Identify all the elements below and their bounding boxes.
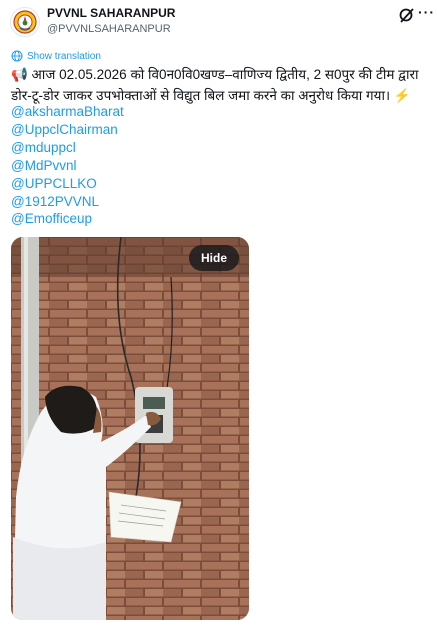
photo-meter-reading: [11, 237, 249, 620]
globe-icon: [11, 50, 23, 62]
tweet-text-line-1: 📢 आज 02.05.2026 को वि0न0वि0खण्ड–वाणिज्य …: [11, 67, 419, 82]
tweet-text-line-2: डोर-टू-डोर जाकर उपभोक्ताओं से विद्युत बि…: [11, 88, 411, 103]
emblem-avatar-icon: [13, 10, 37, 34]
mention-link[interactable]: @MdPvvnl: [11, 158, 76, 173]
show-translation-label: Show translation: [27, 50, 101, 62]
mention-link[interactable]: @UppclChairman: [11, 122, 118, 137]
tweet-text: 📢 आज 02.05.2026 को वि0न0वि0खण्ड–वाणिज्य …: [11, 64, 429, 106]
show-translation-link[interactable]: Show translation: [11, 50, 101, 62]
author-display-name[interactable]: PVVNL SAHARANPUR: [47, 6, 175, 20]
grok-icon[interactable]: [398, 6, 416, 24]
mention-link[interactable]: @Emofficeup: [11, 211, 92, 226]
more-options-button[interactable]: ···: [418, 4, 435, 20]
hide-media-button[interactable]: Hide: [188, 245, 239, 271]
author-handle[interactable]: @PVVNLSAHARANPUR: [47, 23, 171, 35]
mention-link[interactable]: @1912PVVNL: [11, 194, 99, 209]
mention-link[interactable]: @UPPCLLKO: [11, 176, 97, 191]
avatar[interactable]: [10, 7, 40, 37]
mention-link[interactable]: @mduppcl: [11, 140, 76, 155]
mention-link[interactable]: @aksharmaBharat: [11, 104, 124, 119]
tweet-media-photo[interactable]: Hide: [11, 237, 249, 620]
